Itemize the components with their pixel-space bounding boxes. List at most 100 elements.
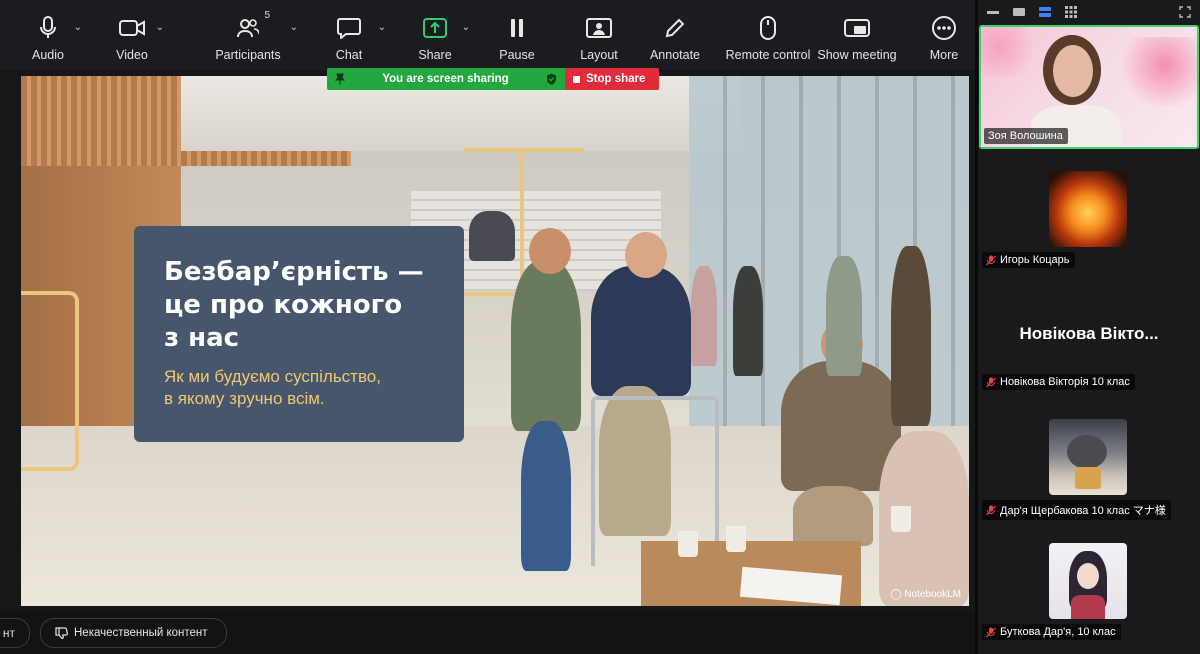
slide-accent-line (514, 148, 584, 152)
share-button[interactable]: Share ⌄ (410, 0, 470, 70)
participants-label: Participants (215, 48, 281, 62)
audio-button[interactable]: Audio ⌄ (20, 0, 82, 70)
chevron-down-icon[interactable]: ⌄ (290, 22, 298, 33)
expand-icon[interactable] (1178, 6, 1192, 18)
pause-icon (501, 14, 533, 42)
chevron-down-icon[interactable]: ⌄ (462, 22, 470, 33)
video-button[interactable]: Video ⌄ (104, 0, 164, 70)
stop-share-label: Stop share (586, 73, 646, 85)
slide-accent-line (464, 292, 514, 296)
more-label: More (929, 48, 959, 62)
participants-video-panel: Зоя Волошина Игорь Коцарь Новікова Вікто… (978, 0, 1200, 654)
participant-name-tag: Зоя Волошина (984, 128, 1068, 144)
slide-photo-person-background (733, 266, 763, 376)
participant-name-tag: Дар'я Щербакова 10 клас マナ様 (982, 500, 1171, 520)
show-meeting-icon (841, 14, 873, 42)
screen-sharing-banner: You are screen sharing Stop share (327, 68, 659, 90)
slide-subtitle: Як ми будуємо суспільство, в якому зручн… (164, 367, 381, 409)
slide-photo-cup (678, 531, 698, 557)
slide-photo-head (529, 228, 571, 274)
mic-muted-icon (986, 255, 996, 265)
chat-label: Chat (335, 48, 363, 62)
slide-photo-person-background (691, 266, 717, 366)
video-label: Video (116, 48, 148, 62)
layout-button[interactable]: Layout (574, 0, 624, 70)
more-button[interactable]: More (924, 0, 964, 70)
remote-control-label: Remote control (725, 48, 811, 62)
participant-avatar (1049, 171, 1127, 247)
participant-tile[interactable]: Буткова Дар'я, 10 клас (978, 542, 1200, 647)
pause-share-button[interactable]: Pause (492, 0, 542, 70)
participant-tile[interactable]: Игорь Коцарь (978, 168, 1200, 273)
sharing-status[interactable]: You are screen sharing (327, 68, 565, 90)
participant-avatar (1049, 543, 1127, 619)
stop-share-button[interactable]: Stop share (565, 68, 659, 90)
slide-photo-person-background (826, 256, 862, 376)
audio-label: Audio (32, 48, 64, 62)
slide-accent-line (21, 291, 79, 471)
share-label: Share (418, 48, 452, 62)
mug (1075, 467, 1101, 489)
participants-button[interactable]: 5 Participants ⌄ (210, 0, 298, 70)
chevron-down-icon[interactable]: ⌄ (378, 22, 386, 33)
blossom-background (981, 27, 1041, 77)
report-content-button[interactable]: Некачественный контент (40, 618, 227, 648)
mic-muted-icon (986, 377, 996, 387)
pause-label: Pause (499, 48, 535, 62)
video-camera-icon (116, 14, 148, 42)
notebooklm-watermark: ◯ NotebookLM (890, 589, 961, 600)
meeting-toolbar: Audio ⌄ Video ⌄ 5 Participants ⌄ Chat ⌄ … (0, 0, 975, 70)
cat-head (1067, 435, 1107, 469)
mouse-icon (752, 14, 784, 42)
slide-photo-person-jeans (521, 421, 571, 571)
microphone-icon (32, 14, 64, 42)
speaker-view-icon[interactable] (1038, 7, 1052, 17)
gallery-view-icon[interactable] (1064, 6, 1078, 18)
slide-photo-cup (891, 506, 911, 532)
shared-slide: Безбар’єрність — це про кожного з нас Як… (21, 76, 969, 606)
shield-check-icon (547, 73, 556, 85)
blossom-background (1117, 37, 1197, 107)
speaker-face (1053, 45, 1093, 97)
pencil-icon (659, 14, 691, 42)
more-dots-icon (928, 14, 960, 42)
slide-photo-person-seated-legs (793, 486, 873, 546)
stop-square-icon (573, 75, 580, 83)
sharing-status-text: You are screen sharing (382, 73, 509, 85)
remote-control-button[interactable]: Remote control (726, 0, 810, 70)
annotate-label: Annotate (649, 48, 701, 62)
show-meeting-button[interactable]: Show meeting (817, 0, 897, 70)
slide-title-card: Безбар’єрність — це про кожного з нас Як… (134, 226, 464, 442)
participant-tile-active[interactable]: Зоя Волошина (979, 25, 1199, 149)
chat-button[interactable]: Chat ⌄ (324, 0, 386, 70)
slide-photo-head (625, 232, 667, 278)
shared-screen-area: Безбар’єрність — це про кожного з нас Як… (0, 70, 975, 610)
slide-title: Безбар’єрність — це про кожного з нас (164, 257, 424, 353)
partial-button[interactable]: нт (0, 618, 30, 648)
share-screen-icon (419, 14, 451, 42)
single-view-icon[interactable] (1012, 7, 1026, 17)
view-switcher (978, 0, 1200, 24)
participant-tile[interactable]: Дар'я Щербакова 10 клас マナ様 (978, 418, 1200, 523)
layout-label: Layout (580, 48, 618, 62)
bottom-bar: нт Некачественный контент (0, 610, 975, 654)
pin-icon[interactable] (335, 73, 345, 85)
minimize-icon[interactable] (986, 7, 1000, 17)
slide-photo-cup (726, 526, 746, 552)
participant-display-name: Новікова Вікто... (1019, 324, 1159, 343)
participant-tile[interactable]: Новікова Вікто... Новікова Вікторія 10 к… (978, 300, 1200, 395)
participant-name-tag: Игорь Коцарь (982, 252, 1075, 268)
chevron-down-icon[interactable]: ⌄ (156, 22, 164, 33)
show-meeting-label: Show meeting (817, 48, 897, 62)
anime-scarf (1071, 595, 1105, 619)
thumbs-down-icon (55, 627, 68, 639)
annotate-button[interactable]: Annotate (646, 0, 704, 70)
zoom-window: Audio ⌄ Video ⌄ 5 Participants ⌄ Chat ⌄ … (0, 0, 1200, 654)
chevron-down-icon[interactable]: ⌄ (74, 22, 82, 33)
chat-bubble-icon (333, 14, 365, 42)
layout-icon (583, 14, 615, 42)
participant-name-tag: Новікова Вікторія 10 клас (982, 374, 1135, 390)
participant-name-tag: Буткова Дар'я, 10 клас (982, 624, 1121, 640)
slide-photo-person-background (891, 246, 931, 426)
anime-face (1077, 563, 1099, 589)
